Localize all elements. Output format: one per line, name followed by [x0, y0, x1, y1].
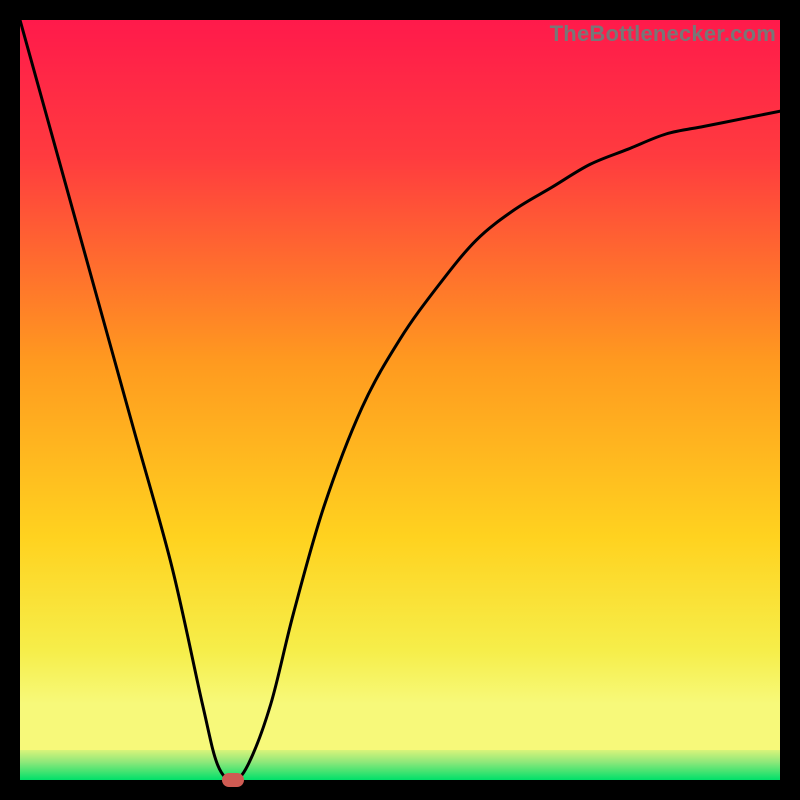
optimal-point-marker	[222, 773, 244, 787]
attribution-label: TheBottlenecker.com	[550, 21, 776, 47]
chart-frame: TheBottlenecker.com	[20, 20, 780, 780]
bottleneck-curve	[20, 20, 780, 780]
